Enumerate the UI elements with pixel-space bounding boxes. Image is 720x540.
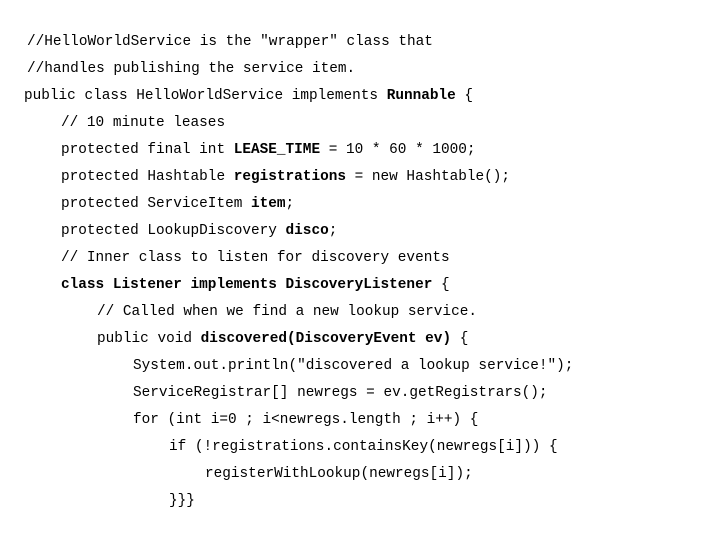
- code-text: System.out.println("discovered a lookup …: [133, 358, 574, 374]
- code-text-bold: discovered(DiscoveryEvent ev): [200, 331, 452, 347]
- code-line-class-decl: public class HelloWorldService implement…: [24, 87, 473, 105]
- code-line-field: protected Hashtable registrations = new …: [61, 168, 510, 186]
- code-line-field: protected final int LEASE_TIME = 10 * 60…: [61, 141, 476, 159]
- code-text: }}}: [169, 493, 195, 509]
- code-text: {: [451, 331, 469, 347]
- code-line-comment: //handles publishing the service item.: [27, 60, 355, 78]
- code-text: ;: [285, 196, 295, 212]
- code-text: = new Hashtable();: [345, 169, 511, 185]
- code-text: //handles publishing the service item.: [27, 61, 356, 77]
- code-line-comment: //HelloWorldService is the "wrapper" cla…: [27, 33, 433, 51]
- code-text-bold: Runnable: [386, 88, 456, 104]
- code-text: = 10 * 60 * 1000;: [320, 142, 476, 158]
- code-text-bold: item: [251, 196, 286, 212]
- code-line-closing-braces: }}}: [169, 492, 195, 510]
- code-text: ;: [328, 223, 338, 239]
- code-line-field: protected LookupDiscovery disco;: [61, 222, 337, 240]
- code-text: registerWithLookup(newregs[i]);: [205, 466, 473, 482]
- code-text: //HelloWorldService is the "wrapper" cla…: [27, 34, 433, 50]
- code-text: {: [455, 88, 474, 104]
- code-text: // 10 minute leases: [61, 115, 226, 131]
- code-text: // Inner class to listen for discovery e…: [61, 250, 450, 266]
- code-line-method: public void discovered(DiscoveryEvent ev…: [97, 330, 468, 348]
- code-line-field: protected ServiceItem item;: [61, 195, 294, 213]
- code-line-comment: // 10 minute leases: [61, 114, 225, 132]
- code-line-if: if (!registrations.containsKey(newregs[i…: [169, 438, 558, 456]
- code-line-comment: // Inner class to listen for discovery e…: [61, 249, 450, 267]
- code-text: public class HelloWorldService implement…: [24, 88, 387, 104]
- code-text: public void: [97, 331, 201, 347]
- code-text: protected ServiceItem: [61, 196, 251, 212]
- code-text-bold: disco: [285, 223, 329, 239]
- code-line-loop: for (int i=0 ; i<newregs.length ; i++) {: [133, 411, 478, 429]
- code-text: protected LookupDiscovery: [61, 223, 286, 239]
- code-line-comment: // Called when we find a new lookup serv…: [97, 303, 477, 321]
- code-line-statement: ServiceRegistrar[] newregs = ev.getRegis…: [133, 384, 548, 402]
- code-text-bold: class Listener implements DiscoveryListe…: [61, 277, 433, 293]
- code-text: {: [432, 277, 450, 293]
- code-text: for (int i=0 ; i<newregs.length ; i++) {: [133, 412, 479, 428]
- code-text: ServiceRegistrar[] newregs = ev.getRegis…: [133, 385, 548, 401]
- code-text: protected Hashtable: [61, 169, 234, 185]
- code-line-statement: System.out.println("discovered a lookup …: [133, 357, 573, 375]
- code-line-inner-class: class Listener implements DiscoveryListe…: [61, 276, 450, 294]
- code-text-bold: LEASE_TIME: [233, 142, 321, 158]
- code-line-call: registerWithLookup(newregs[i]);: [205, 465, 473, 483]
- code-text: // Called when we find a new lookup serv…: [97, 304, 477, 320]
- code-text: if (!registrations.containsKey(newregs[i…: [169, 439, 558, 455]
- code-text: protected final int: [61, 142, 234, 158]
- code-text-bold: registrations: [233, 169, 346, 185]
